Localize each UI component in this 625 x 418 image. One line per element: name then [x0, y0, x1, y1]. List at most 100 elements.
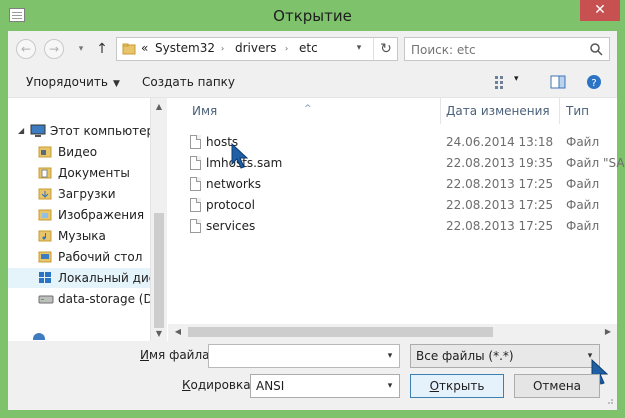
file-date: 24.06.2014 13:18 [446, 135, 554, 149]
breadcrumb-system32[interactable]: System32 [155, 41, 215, 55]
nav-item-label: Изображения [58, 208, 145, 222]
dialog-client: ← → ▾ ↑ « System32 › drivers › etc ▾ ↻ П… [8, 31, 625, 410]
chevron-down-icon[interactable]: ▾ [381, 375, 399, 397]
help-icon[interactable]: ? [586, 74, 602, 90]
chevron-down-icon: ▼ [112, 79, 120, 89]
breadcrumb-drivers[interactable]: drivers [235, 41, 277, 55]
network-icon [33, 333, 45, 340]
scroll-left-arrow[interactable]: ◀ [170, 327, 186, 336]
view-options-dropdown[interactable]: ▾ [514, 74, 519, 84]
browser-panes: ◢ Этот компьютер Видео Документы Загрузк… [8, 97, 625, 341]
column-header-date[interactable]: Дата изменения [441, 98, 559, 124]
file-type: Файл [566, 219, 600, 233]
organize-button[interactable]: Упорядочить ▼ [26, 75, 120, 89]
search-icon[interactable] [589, 42, 603, 56]
file-name: services [206, 219, 256, 233]
organize-label: Упорядочить [26, 75, 108, 89]
nav-item-local-disk[interactable]: Локальный диск [8, 268, 150, 288]
encoding-label: Кодировка: [182, 378, 255, 392]
filter-value: Все файлы (*.*) [416, 349, 514, 363]
downloads-folder-icon [38, 188, 52, 200]
open-button[interactable]: Открыть [410, 374, 504, 398]
horizontal-scrollbar[interactable]: ◀ ▶ [168, 324, 617, 341]
refresh-button[interactable]: ↻ [373, 38, 398, 60]
navigation-scrollbar[interactable]: ▲ ▼ [150, 98, 167, 341]
resize-grip-icon[interactable] [604, 395, 614, 405]
nav-item-data-storage[interactable]: data-storage (D:) [8, 289, 150, 309]
filename-input[interactable] [212, 347, 382, 367]
file-date: 22.08.2013 19:35 [446, 156, 554, 170]
up-button[interactable]: ↑ [94, 39, 110, 59]
mouse-cursor-icon [231, 142, 249, 169]
search-input[interactable] [409, 40, 583, 60]
file-type: Файл "SA [566, 156, 625, 170]
nav-item-this-pc[interactable]: ◢ Этот компьютер [8, 121, 150, 141]
breadcrumb-separator[interactable]: › [221, 44, 224, 53]
view-details-icon[interactable] [494, 74, 510, 90]
filename-combobox[interactable]: ▾ [208, 344, 400, 368]
preview-pane-icon[interactable] [550, 74, 566, 90]
nav-item-documents[interactable]: Документы [8, 163, 150, 183]
file-name: protocol [206, 198, 255, 212]
nav-item-label: Документы [58, 166, 130, 180]
nav-item-label: Музыка [58, 229, 106, 243]
nav-item-video[interactable]: Видео [8, 142, 150, 162]
video-folder-icon [38, 146, 52, 158]
search-box[interactable] [404, 37, 610, 61]
file-row[interactable]: services 22.08.2013 17:25 Файл [168, 216, 600, 237]
column-header-label: Тип [566, 104, 589, 118]
file-type: Файл [566, 135, 600, 149]
new-folder-button[interactable]: Создать папку [142, 75, 235, 89]
address-bar[interactable]: « System32 › drivers › etc ▾ ↻ [116, 37, 398, 61]
forward-button[interactable]: → [44, 39, 64, 59]
column-header-name[interactable]: Имя ^ [168, 98, 440, 124]
back-button[interactable]: ← [16, 39, 36, 59]
breadcrumb-etc[interactable]: etc [299, 41, 318, 55]
address-dropdown-icon[interactable]: ▾ [353, 43, 365, 53]
title-bar[interactable]: Открытие ✕ [0, 0, 625, 32]
file-row[interactable]: protocol 22.08.2013 17:25 Файл [168, 195, 600, 216]
file-icon [190, 219, 201, 233]
folder-icon [122, 43, 136, 55]
pictures-folder-icon [38, 209, 52, 221]
file-icon [190, 177, 201, 191]
sort-ascending-icon: ^ [304, 104, 312, 114]
file-date: 22.08.2013 17:25 [446, 177, 554, 191]
cancel-button[interactable]: Отмена [514, 374, 600, 398]
documents-folder-icon [38, 167, 52, 179]
expand-arrow-icon[interactable]: ◢ [18, 126, 24, 135]
music-folder-icon [38, 230, 52, 242]
chevron-down-icon[interactable]: ▾ [381, 345, 399, 367]
windows-drive-icon [39, 272, 51, 283]
scroll-thumb[interactable] [154, 213, 164, 328]
nav-item-desktop[interactable]: Рабочий стол [8, 247, 150, 267]
address-overflow[interactable]: « [141, 41, 148, 55]
scroll-thumb[interactable] [188, 327, 493, 337]
scroll-right-arrow[interactable]: ▶ [600, 327, 616, 336]
nav-item-label: Этот компьютер [50, 124, 150, 138]
nav-item-label: Видео [58, 145, 98, 159]
scroll-down-arrow[interactable]: ▼ [151, 329, 167, 338]
file-row[interactable]: networks 22.08.2013 17:25 Файл [168, 174, 600, 195]
nav-item-music[interactable]: Музыка [8, 226, 150, 246]
open-dialog-window: Открытие ✕ ← → ▾ ↑ « System32 › drivers … [0, 0, 625, 418]
nav-item-label: Локальный диск [58, 271, 150, 285]
file-list[interactable]: Имя ^ Дата изменения Тип hosts 24.06.201… [168, 98, 625, 341]
navigation-pane[interactable]: ◢ Этот компьютер Видео Документы Загрузк… [8, 98, 150, 341]
file-type: Файл [566, 177, 600, 191]
file-type-filter[interactable]: Все файлы (*.*) ▾ [410, 344, 600, 368]
column-header-label: Имя [192, 104, 218, 118]
nav-item-label: Рабочий стол [58, 250, 143, 264]
nav-item-pictures[interactable]: Изображения [8, 205, 150, 225]
desktop-folder-icon [38, 251, 52, 263]
encoding-select[interactable]: ANSI ▾ [250, 374, 400, 398]
filename-label: Имя файла: [140, 348, 214, 362]
column-header-type[interactable]: Тип [560, 98, 617, 124]
scroll-up-arrow[interactable]: ▲ [151, 102, 167, 111]
file-icon [190, 198, 201, 212]
file-date: 22.08.2013 17:25 [446, 198, 554, 212]
recent-locations-dropdown[interactable]: ▾ [74, 39, 88, 59]
close-button[interactable]: ✕ [580, 0, 620, 21]
breadcrumb-separator[interactable]: › [285, 44, 288, 53]
nav-item-downloads[interactable]: Загрузки [8, 184, 150, 204]
